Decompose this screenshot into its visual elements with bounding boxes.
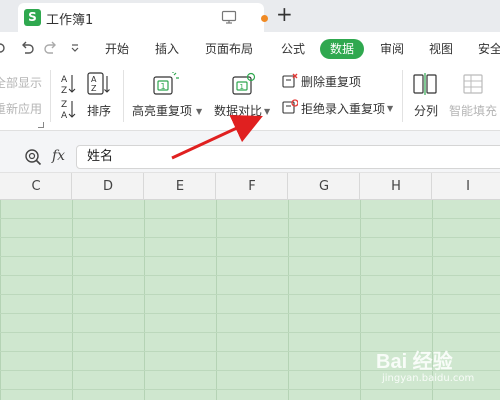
document-tab[interactable]: S 工作簿1 <box>18 3 268 32</box>
reject-duplicates-dropdown-icon[interactable]: ▼ <box>387 105 393 113</box>
formula-bar: fx 姓名 <box>0 142 500 172</box>
sort-descending-icon[interactable]: Z A <box>60 98 76 120</box>
fx-icon[interactable]: fx <box>52 148 65 164</box>
undo-icon[interactable] <box>20 41 34 55</box>
menu-bar: 开始 插入 页面布局 公式 数据 审阅 视图 安全 <box>0 32 500 66</box>
data-compare-dropdown-icon[interactable]: ▼ <box>264 108 270 116</box>
ribbon-separator <box>402 70 403 122</box>
sort-button[interactable]: 排序 <box>87 104 111 118</box>
column-header-row: C D E F G H I <box>0 172 500 200</box>
watermark-url: jingyan.baidu.com <box>382 373 475 384</box>
data-compare-button[interactable]: 数据对比 <box>214 104 262 118</box>
menu-security[interactable]: 安全 <box>478 41 500 57</box>
new-tab-plus-icon[interactable]: + <box>276 4 293 24</box>
menu-review[interactable]: 审阅 <box>380 41 404 57</box>
reject-duplicates-button[interactable]: 拒绝录入重复项 <box>301 102 385 116</box>
title-bar: S 工作簿1 + <box>0 0 500 32</box>
baidu-jingyan-watermark: Bai 经验 jingyan.baidu.com <box>360 345 490 395</box>
zoom-magnifier-icon[interactable] <box>24 148 42 166</box>
settings-partial-icon[interactable] <box>0 41 8 55</box>
svg-text:A: A <box>91 75 97 84</box>
highlight-duplicates-button[interactable]: 高亮重复项 <box>132 104 192 118</box>
unsaved-dot-icon <box>261 15 268 22</box>
redo-icon[interactable] <box>44 41 58 55</box>
column-header-h[interactable]: H <box>360 179 432 194</box>
svg-text:Z: Z <box>91 84 97 93</box>
smart-fill-button[interactable]: 智能填充 <box>449 104 497 118</box>
data-ribbon: 全部显示 重新应用 A Z Z A A Z 排序 1 高亮重复项 ▼ 1 数据对… <box>0 66 500 130</box>
svg-text:1: 1 <box>161 82 166 91</box>
watermark-logo-text: Bai 经验 <box>376 351 453 373</box>
window-icon[interactable] <box>221 10 237 24</box>
spreadsheet-app-icon: S <box>24 9 41 26</box>
column-header-g[interactable]: G <box>288 179 360 194</box>
svg-text:A: A <box>61 111 68 120</box>
group-launcher-icon[interactable] <box>38 122 44 128</box>
column-header-c[interactable]: C <box>0 179 72 194</box>
split-columns-button[interactable]: 分列 <box>414 104 438 118</box>
sort-icon[interactable]: A Z <box>87 72 111 96</box>
sort-ascending-icon[interactable]: A Z <box>60 72 76 96</box>
reapply-button[interactable]: 重新应用 <box>0 102 42 116</box>
svg-text:Z: Z <box>61 100 67 110</box>
highlight-duplicates-icon[interactable]: 1 <box>152 72 180 96</box>
menu-formulas[interactable]: 公式 <box>281 41 305 57</box>
toolbar-gap <box>0 131 500 142</box>
split-columns-icon[interactable] <box>413 72 437 96</box>
formula-input[interactable]: 姓名 <box>76 145 500 169</box>
menu-view[interactable]: 视图 <box>429 41 453 57</box>
delete-duplicates-icon[interactable] <box>282 73 298 89</box>
ribbon-separator <box>50 70 51 122</box>
highlight-duplicates-dropdown-icon[interactable]: ▼ <box>196 108 202 116</box>
delete-duplicates-button[interactable]: 删除重复项 <box>301 75 361 89</box>
svg-text:Z: Z <box>61 86 67 96</box>
column-header-f[interactable]: F <box>216 179 288 194</box>
menu-page-layout[interactable]: 页面布局 <box>205 41 253 57</box>
column-header-e[interactable]: E <box>144 179 216 194</box>
data-compare-icon[interactable]: 1 <box>231 72 257 96</box>
svg-text:1: 1 <box>240 83 244 91</box>
quick-access-dropdown-icon[interactable] <box>70 41 80 55</box>
menu-insert[interactable]: 插入 <box>155 41 179 57</box>
svg-text:A: A <box>61 75 68 85</box>
menu-home[interactable]: 开始 <box>105 41 129 57</box>
smart-fill-icon[interactable] <box>461 72 485 96</box>
column-header-d[interactable]: D <box>72 179 144 194</box>
document-title: 工作簿1 <box>46 13 94 28</box>
show-all-button[interactable]: 全部显示 <box>0 76 42 90</box>
ribbon-separator <box>123 70 124 122</box>
menu-data[interactable]: 数据 <box>320 39 365 59</box>
reject-duplicates-icon[interactable] <box>282 99 298 115</box>
column-header-i[interactable]: I <box>432 179 500 194</box>
